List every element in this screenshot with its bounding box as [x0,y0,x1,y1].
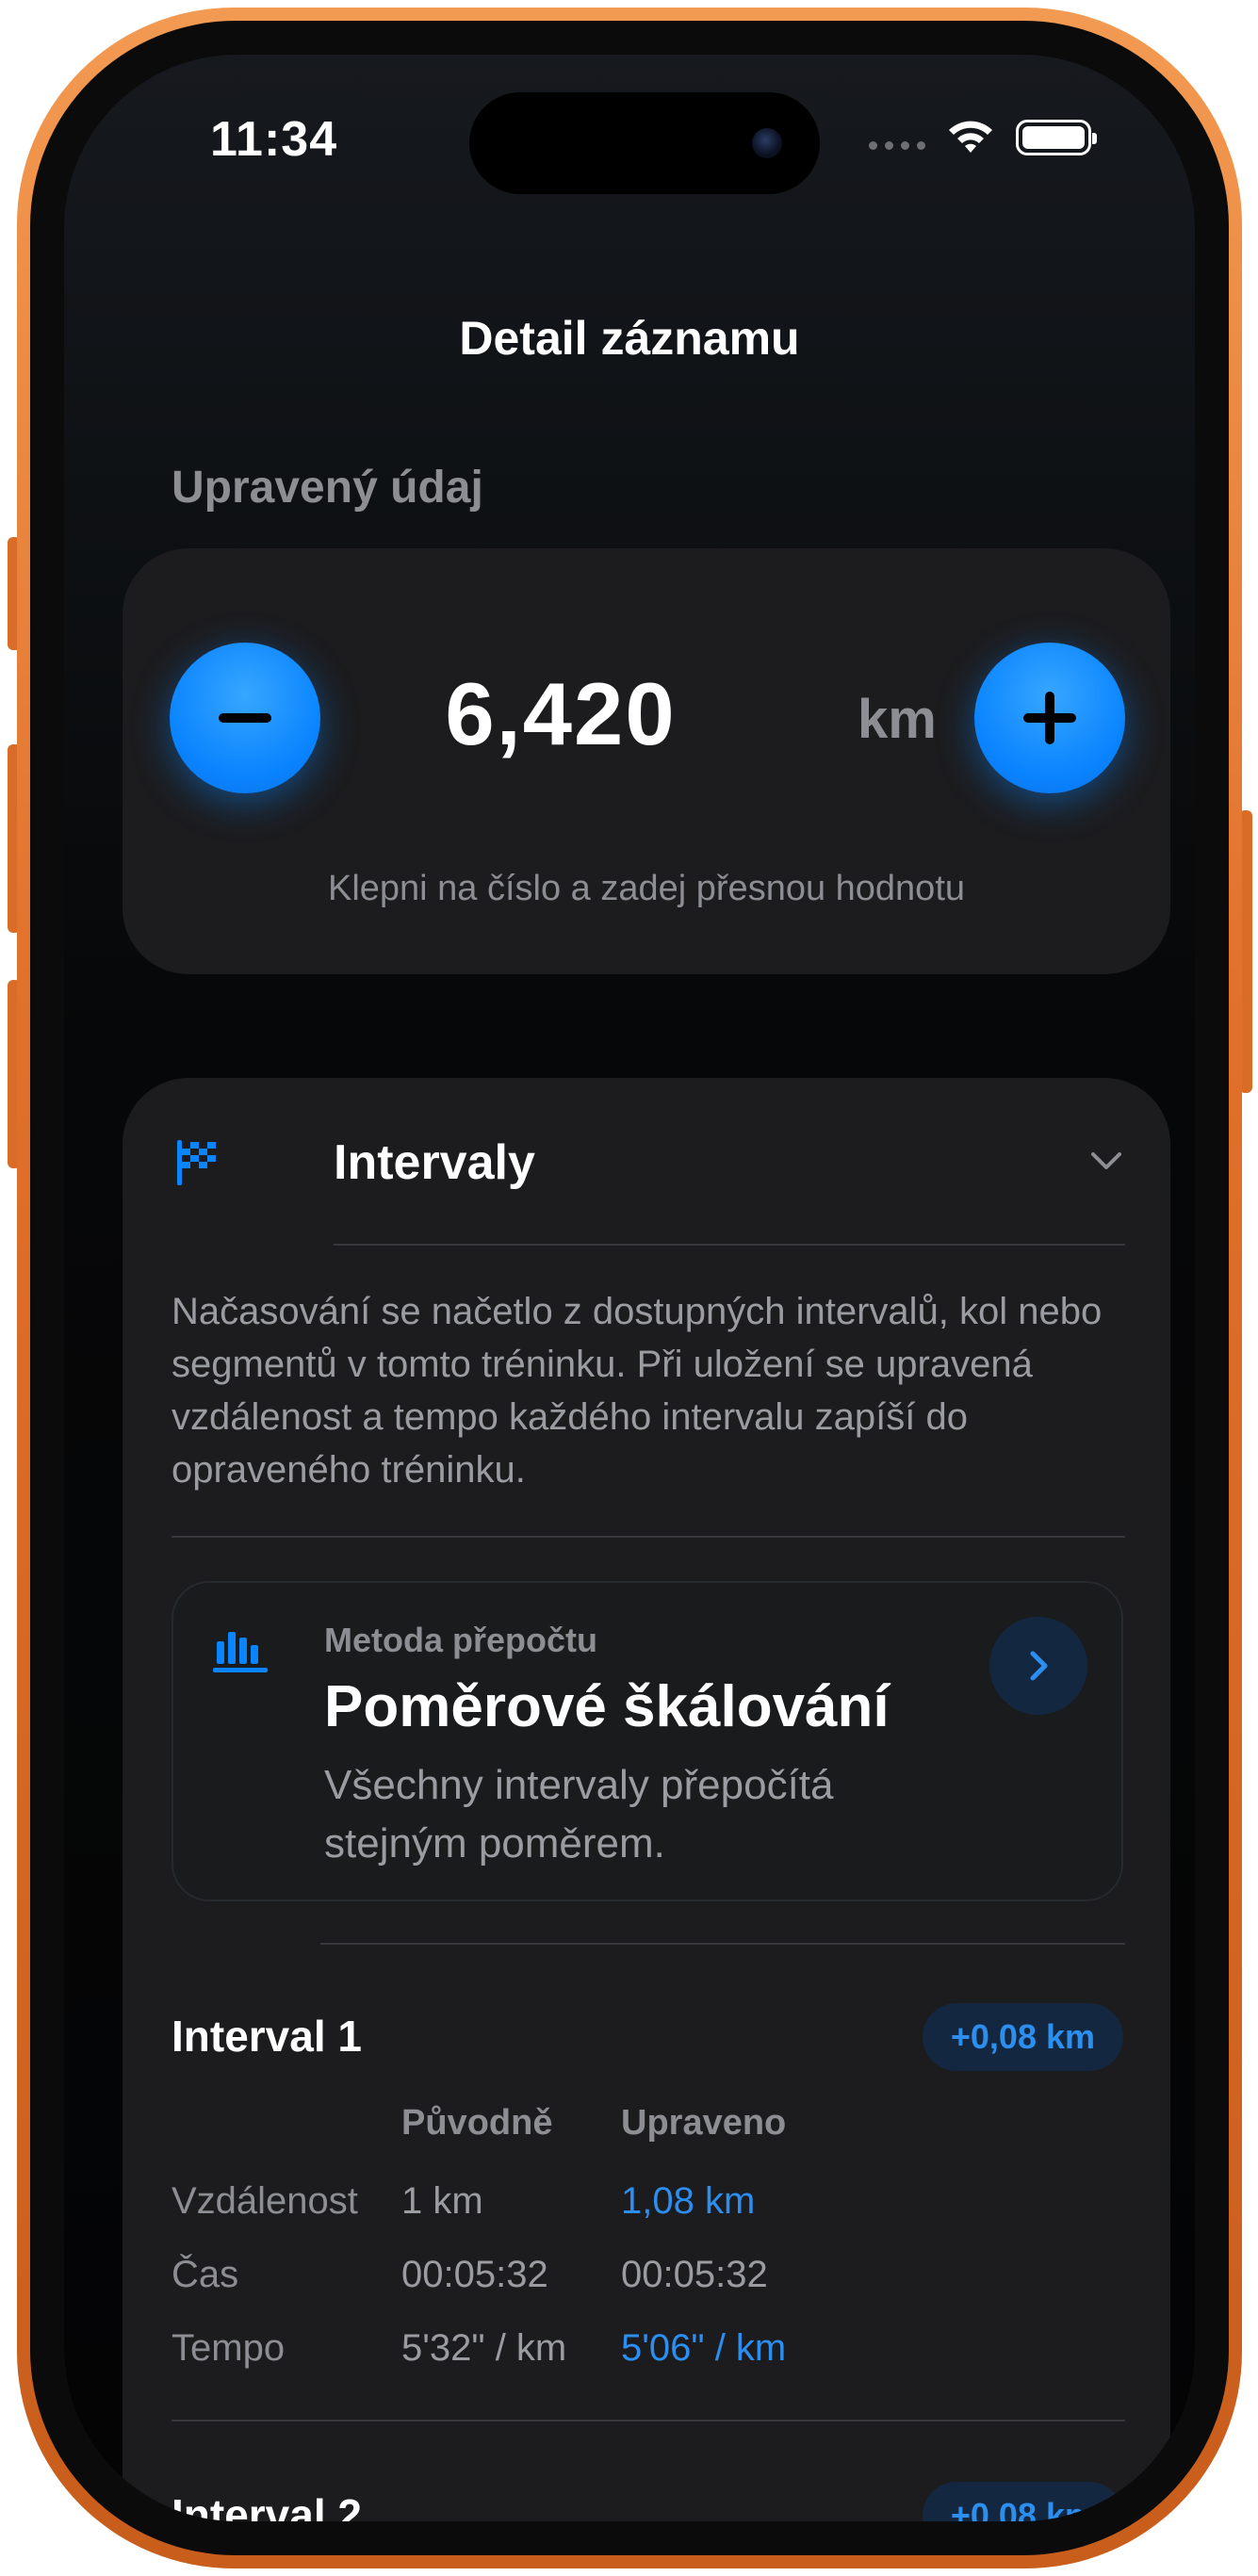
camera-icon [752,128,782,158]
column-header-adjusted: Upraveno [621,2103,787,2143]
cellular-signal-icon [869,140,925,150]
row-adjusted: 1,08 km [621,2180,756,2222]
interval-name: Interval 2 [172,2490,362,2521]
stepper-hint: Klepni na číslo a zadej přesnou hodnotu [327,869,966,908]
divider [334,1244,1125,1246]
row-adjusted: 5'06" / km [621,2327,787,2369]
battery-icon [1016,120,1097,155]
row-original: 00:05:32 [401,2254,548,2295]
screen: 11:34 Detail záznamu Upravený údaj 6,420… [64,55,1195,2521]
checkered-flag-icon [177,1140,216,1185]
bar-chart-icon [213,1632,268,1672]
row-label: Tempo [172,2327,286,2369]
minus-icon [219,713,271,723]
interval-delta-badge: +0,08 km [922,2003,1123,2071]
divider [172,2420,1125,2421]
distance-unit: km [858,689,937,750]
intervals-description: Načasování se načetlo z dostupných inter… [172,1291,1103,1491]
chevron-right-icon [1030,1651,1048,1681]
distance-value[interactable]: 6,420 [405,663,716,765]
method-caption: Metoda přepočtu [324,1621,598,1659]
method-description: Všechny intervaly přepočítá stejným pomě… [324,1762,834,1867]
row-original: 1 km [401,2180,483,2222]
row-label: Čas [172,2254,239,2295]
page-title: Detail záznamu [459,312,800,365]
phone-bezel: 11:34 Detail záznamu Upravený údaj 6,420… [30,21,1229,2555]
wifi-icon [949,121,992,153]
intervals-title: Intervaly [334,1135,535,1190]
phone-frame: 11:34 Detail záznamu Upravený údaj 6,420… [17,8,1242,2568]
row-label: Vzdálenost [172,2180,358,2222]
status-icons [869,119,1097,156]
value-stepper-card: 6,420 km Klepni na číslo a zadej přesnou… [123,548,1170,974]
increment-button[interactable] [974,643,1125,793]
section-label: Upravený údaj [172,463,483,513]
decrement-button[interactable] [170,643,320,793]
row-adjusted: 00:05:32 [621,2254,768,2295]
column-header-original: Původně [401,2103,553,2143]
row-original: 5'32" / km [401,2327,567,2369]
interval-delta-badge: +0,08 km [922,2482,1123,2521]
interval-name: Interval 1 [172,2012,362,2061]
method-name: Poměrové škálování [324,1674,890,1739]
chevron-down-icon[interactable] [1089,1149,1123,1172]
divider [172,1536,1125,1538]
recalculation-method-row[interactable]: Metoda přepočtu Poměrové škálování Všech… [172,1581,1123,1901]
method-open-button[interactable] [989,1617,1087,1715]
plus-icon-v [1045,692,1054,744]
dynamic-island [469,92,820,194]
intervals-card: Intervaly Načasování se načetlo z dostup… [123,1078,1170,2521]
status-time: 11:34 [210,112,338,167]
divider [320,1943,1125,1945]
